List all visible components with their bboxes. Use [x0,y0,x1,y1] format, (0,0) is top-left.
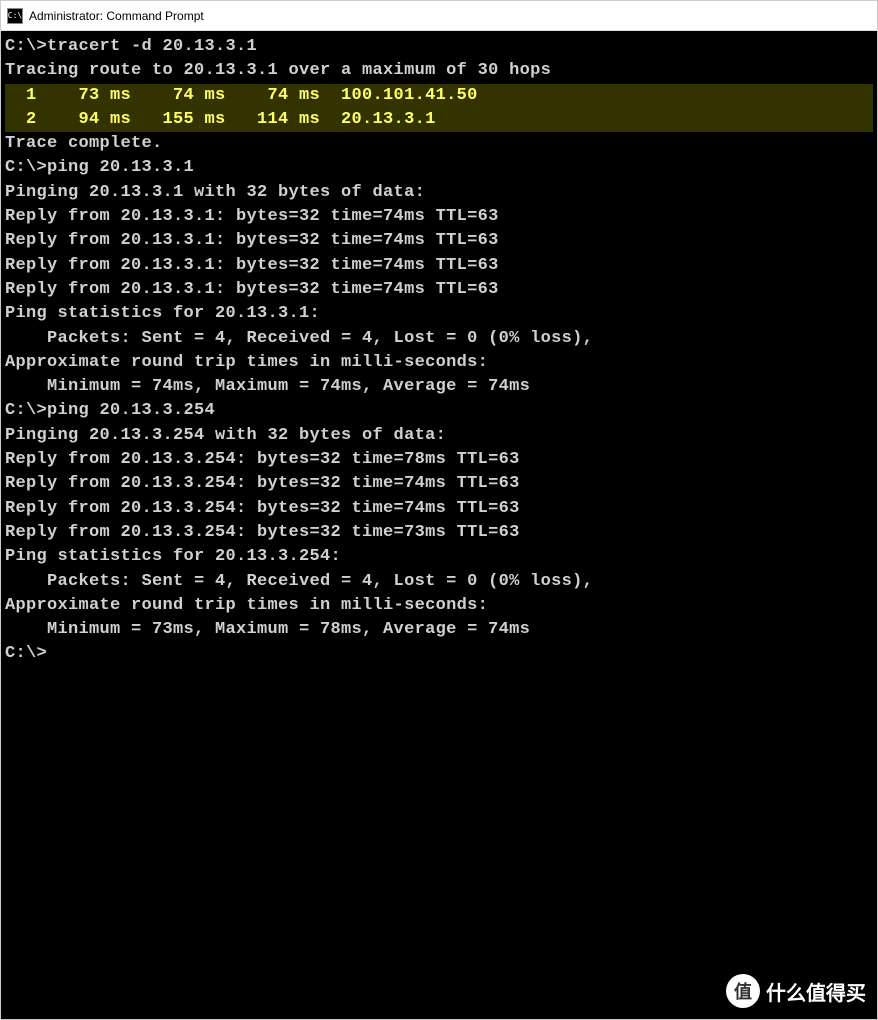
tracert-hop: 2 94 ms 155 ms 114 ms 20.13.3.1 [5,108,873,132]
window-title: Administrator: Command Prompt [29,9,204,23]
output-line: Trace complete. [5,132,873,156]
output-line: Minimum = 74ms, Maximum = 74ms, Average … [5,375,873,399]
output-line: Ping statistics for 20.13.3.1: [5,302,873,326]
titlebar[interactable]: C:\ Administrator: Command Prompt [1,1,877,31]
output-line: Reply from 20.13.3.1: bytes=32 time=74ms… [5,254,873,278]
output-line: Packets: Sent = 4, Received = 4, Lost = … [5,327,873,351]
output-line: Approximate round trip times in milli-se… [5,594,873,618]
output-line: Ping statistics for 20.13.3.254: [5,545,873,569]
prompt-line: C:\>tracert -d 20.13.3.1 [5,35,873,59]
watermark: 值 什么值得买 [726,974,866,1008]
output-line: Reply from 20.13.3.1: bytes=32 time=74ms… [5,229,873,253]
output-line: Packets: Sent = 4, Received = 4, Lost = … [5,570,873,594]
output-line: Minimum = 73ms, Maximum = 78ms, Average … [5,618,873,642]
output-line: Reply from 20.13.3.1: bytes=32 time=74ms… [5,278,873,302]
output-line: Reply from 20.13.3.254: bytes=32 time=74… [5,497,873,521]
prompt-line: C:\> [5,642,873,666]
output-line: Reply from 20.13.3.1: bytes=32 time=74ms… [5,205,873,229]
command-prompt-window: C:\ Administrator: Command Prompt C:\>tr… [0,0,878,1020]
prompt-line: C:\>ping 20.13.3.1 [5,156,873,180]
cmd-icon: C:\ [7,8,23,24]
terminal-area[interactable]: C:\>tracert -d 20.13.3.1Tracing route to… [1,31,877,1019]
output-line: Reply from 20.13.3.254: bytes=32 time=78… [5,448,873,472]
output-line: Pinging 20.13.3.254 with 32 bytes of dat… [5,424,873,448]
watermark-badge-icon: 值 [726,974,760,1008]
prompt-line: C:\>ping 20.13.3.254 [5,399,873,423]
output-line: Approximate round trip times in milli-se… [5,351,873,375]
output-line: Pinging 20.13.3.1 with 32 bytes of data: [5,181,873,205]
watermark-text: 什么值得买 [766,977,866,1006]
output-line: Reply from 20.13.3.254: bytes=32 time=73… [5,521,873,545]
output-line: Reply from 20.13.3.254: bytes=32 time=74… [5,472,873,496]
tracert-hop: 1 73 ms 74 ms 74 ms 100.101.41.50 [5,84,873,108]
output-line: Tracing route to 20.13.3.1 over a maximu… [5,59,873,83]
